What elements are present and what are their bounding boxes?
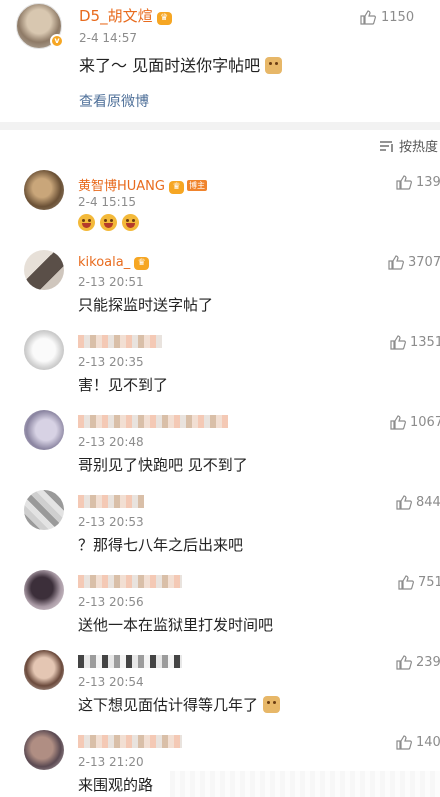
comment-text: 哥别见了快跑吧 见不到了 bbox=[78, 456, 248, 474]
comment-item: 2-13 20:48 哥别见了快跑吧 见不到了 1067 bbox=[0, 398, 440, 478]
comment-time: 2-13 20:54 bbox=[78, 675, 144, 689]
comment-item: kikoala_ ♛ 2-13 20:51 只能探监时送字帖了 3707 bbox=[0, 238, 440, 318]
avatar[interactable] bbox=[24, 170, 64, 210]
comment-like-count: 844 bbox=[416, 495, 440, 510]
comment-like-button[interactable]: 3707 bbox=[388, 255, 440, 270]
thumb-up-icon bbox=[396, 735, 412, 750]
comment-time: 2-13 20:35 bbox=[78, 355, 144, 369]
verified-icon: v bbox=[50, 34, 64, 48]
post-like-button[interactable]: 1150 bbox=[360, 10, 414, 25]
thumb-up-icon bbox=[390, 415, 406, 430]
avatar[interactable] bbox=[24, 250, 64, 290]
laugh-emoji-icon bbox=[121, 214, 139, 231]
laugh-emoji-icon bbox=[78, 214, 95, 231]
comment-username[interactable]: kikoala_ ♛ bbox=[78, 255, 150, 270]
sort-bar: 按热度 bbox=[0, 130, 440, 158]
author-badge: 博主 bbox=[186, 180, 207, 191]
thumb-up-icon bbox=[396, 655, 412, 670]
blurred-username bbox=[78, 735, 182, 748]
thumb-up-icon bbox=[396, 495, 412, 510]
comment-text: 害！见不到了 bbox=[78, 376, 169, 394]
comment-text: 这下想见面估计得等几年了 bbox=[78, 694, 280, 715]
comment-text bbox=[78, 214, 139, 232]
avatar[interactable] bbox=[24, 410, 64, 450]
thumb-up-icon bbox=[388, 255, 404, 270]
avatar[interactable] bbox=[24, 570, 64, 610]
comment-list: 黄智博HUANG ♛ 博主 2-4 15:15 139 kikoala_ ♛ 2-13… bbox=[0, 158, 440, 797]
doge-emoji-icon bbox=[265, 57, 283, 74]
avatar[interactable] bbox=[24, 730, 64, 770]
comment-like-count: 3707 bbox=[408, 255, 440, 270]
post-text: 来了～ 见面时送你字帖吧 bbox=[79, 52, 283, 76]
comment-item: 2-13 20:56 送他一本在监狱里打发时间吧 751 bbox=[0, 558, 440, 638]
comment-username[interactable]: 黄智博HUANG ♛ 博主 bbox=[78, 175, 207, 194]
comment-username-text[interactable]: 黄智博HUANG bbox=[78, 179, 165, 194]
thumb-up-icon bbox=[396, 175, 412, 190]
blurred-username bbox=[78, 655, 182, 668]
post-time: 2-4 14:57 bbox=[79, 31, 137, 45]
comment-username[interactable] bbox=[78, 655, 182, 671]
comment-like-count: 140 bbox=[416, 735, 440, 750]
weibo-post: v D5_胡文煊 ♛ 2-4 14:57 1150 来了～ 见面时送你字帖吧 查看… bbox=[0, 0, 440, 122]
comment-like-button[interactable]: 140 bbox=[396, 735, 440, 750]
watermark-mosaic bbox=[170, 771, 440, 797]
avatar[interactable] bbox=[24, 330, 64, 370]
comment-like-button[interactable]: 139 bbox=[396, 175, 440, 190]
comment-text: 来围观的路 bbox=[78, 776, 154, 794]
avatar[interactable] bbox=[24, 490, 64, 530]
laugh-emoji-icon bbox=[99, 214, 117, 231]
comment-username-text[interactable]: kikoala_ bbox=[78, 255, 130, 270]
comment-text: 只能探监时送字帖了 bbox=[78, 296, 214, 314]
comment-time: 2-4 15:15 bbox=[78, 195, 136, 209]
comment-text: ？那得七八年之后出来吧 bbox=[78, 536, 244, 554]
blurred-username bbox=[78, 335, 162, 348]
comment-item: 黄智博HUANG ♛ 博主 2-4 15:15 139 bbox=[0, 158, 440, 238]
comment-username[interactable] bbox=[78, 415, 228, 431]
avatar[interactable] bbox=[24, 650, 64, 690]
comment-like-count: 751 bbox=[418, 575, 440, 590]
comment-item: 2-13 20:35 害！见不到了 1351 bbox=[0, 318, 440, 398]
post-text-content: 来了～ 见面时送你字帖吧 bbox=[79, 56, 261, 75]
comment-text-content: 这下想见面估计得等几年了 bbox=[78, 696, 259, 714]
crown-icon: ♛ bbox=[134, 257, 150, 270]
sort-label: 按热度 bbox=[398, 140, 438, 155]
blurred-username bbox=[78, 495, 144, 508]
crown-icon: ♛ bbox=[156, 12, 172, 25]
comment-time: 2-13 20:48 bbox=[78, 435, 144, 449]
comment-like-count: 1351 bbox=[410, 335, 440, 350]
thumb-up-icon bbox=[390, 335, 406, 350]
comment-like-button[interactable]: 239 bbox=[396, 655, 440, 670]
post-username[interactable]: D5_胡文煊 ♛ bbox=[79, 5, 172, 26]
post-like-count: 1150 bbox=[381, 10, 415, 25]
comment-like-count: 239 bbox=[416, 655, 440, 670]
comment-username[interactable] bbox=[78, 495, 144, 511]
thumb-up-icon bbox=[398, 575, 414, 590]
crown-icon: ♛ bbox=[168, 181, 184, 194]
comment-time: 2-13 21:20 bbox=[78, 755, 144, 769]
blurred-username bbox=[78, 575, 182, 588]
comment-like-button[interactable]: 751 bbox=[398, 575, 440, 590]
comment-time: 2-13 20:53 bbox=[78, 515, 144, 529]
comment-like-count: 139 bbox=[416, 175, 440, 190]
thumb-up-icon bbox=[360, 10, 376, 25]
comment-time: 2-13 20:51 bbox=[78, 275, 144, 289]
comment-like-button[interactable]: 1067 bbox=[390, 415, 440, 430]
sort-icon bbox=[379, 140, 393, 152]
comment-like-button[interactable]: 844 bbox=[396, 495, 440, 510]
comment-like-count: 1067 bbox=[410, 415, 440, 430]
comment-username[interactable] bbox=[78, 575, 182, 591]
comment-item: 2-13 20:54 这下想见面估计得等几年了 239 bbox=[0, 638, 440, 718]
comment-like-button[interactable]: 1351 bbox=[390, 335, 440, 350]
post-username-text[interactable]: D5_胡文煊 bbox=[79, 7, 153, 25]
comment-username[interactable] bbox=[78, 335, 162, 351]
comment-item: 2-13 20:53 ？那得七八年之后出来吧 844 bbox=[0, 478, 440, 558]
blurred-username bbox=[78, 415, 228, 428]
doge-emoji-icon bbox=[262, 696, 280, 713]
sort-button[interactable]: 按热度 bbox=[379, 136, 438, 155]
comment-text: 送他一本在监狱里打发时间吧 bbox=[78, 616, 274, 634]
view-original-link[interactable]: 查看原微博 bbox=[79, 91, 149, 111]
comment-username[interactable] bbox=[78, 735, 182, 751]
comment-time: 2-13 20:56 bbox=[78, 595, 144, 609]
